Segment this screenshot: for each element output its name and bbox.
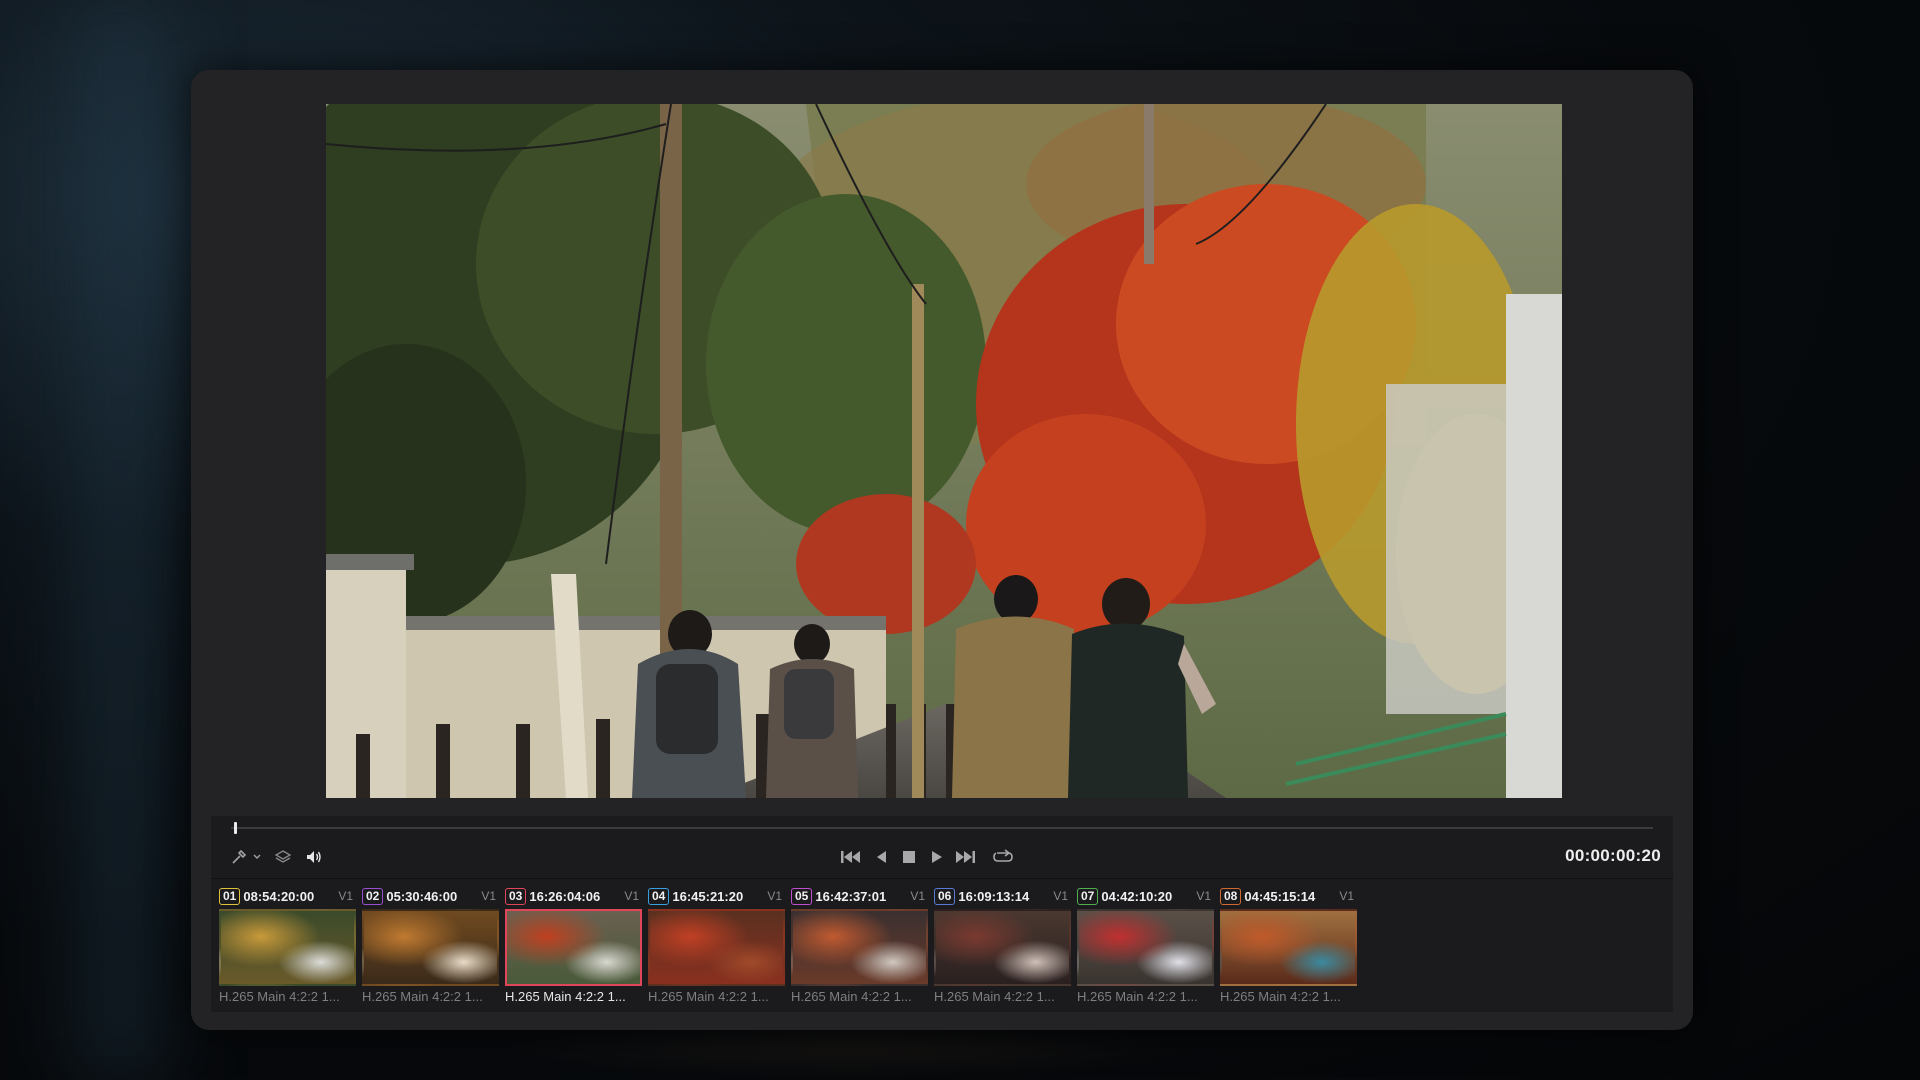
clip-thumbnail[interactable] (505, 909, 642, 986)
skip-to-start-icon[interactable] (839, 848, 863, 866)
clip-thumbnail[interactable] (1220, 909, 1357, 986)
clip-track-label: V1 (767, 889, 782, 903)
clip-item[interactable]: 03 16:26:04:06 V1 H.265 Main 4:2:2 1... (501, 885, 643, 1005)
stop-icon[interactable] (901, 848, 917, 866)
clip-number-badge: 02 (362, 887, 384, 905)
clip-timecode: 04:45:15:14 (1244, 888, 1316, 904)
clip-number-badge: 05 (791, 887, 813, 905)
app-window: 00:00:00:20 01 08:54:20:00 V1 H.265 Main 4:… (191, 70, 1693, 1030)
clip-header: 02 05:30:46:00 V1 (362, 887, 500, 905)
step-back-icon[interactable] (873, 848, 889, 866)
skip-to-end-icon[interactable] (953, 848, 977, 866)
clip-codec-label: H.265 Main 4:2:2 1... (791, 989, 912, 1004)
speaker-icon[interactable] (303, 848, 325, 866)
clip-header: 01 08:54:20:00 V1 (219, 887, 357, 905)
clip-number-badge: 03 (505, 887, 527, 905)
clip-track-label: V1 (481, 889, 496, 903)
clip-item[interactable]: 06 16:09:13:14 V1 H.265 Main 4:2:2 1... (930, 885, 1070, 1005)
clip-codec-label: H.265 Main 4:2:2 1... (1220, 989, 1341, 1004)
clip-header: 07 04:42:10:20 V1 (1077, 887, 1215, 905)
play-icon[interactable] (929, 848, 945, 866)
clip-number-badge: 07 (1077, 887, 1099, 905)
clip-codec-label: H.265 Main 4:2:2 1... (934, 989, 1055, 1004)
background-glow (40, 0, 200, 1080)
video-viewer[interactable] (326, 104, 1562, 798)
clip-item[interactable]: 08 04:45:15:14 V1 H.265 Main 4:2:2 1... (1216, 885, 1356, 1005)
loop-icon[interactable] (991, 848, 1015, 866)
clip-item[interactable]: 04 16:45:21:20 V1 H.265 Main 4:2:2 1... (644, 885, 784, 1005)
transport-toolbar: 00:00:00:20 (211, 838, 1673, 876)
timecode-display: 00:00:00:20 (1565, 846, 1661, 865)
layers-icon[interactable] (273, 848, 293, 866)
clip-codec-label: H.265 Main 4:2:2 1... (362, 989, 483, 1004)
clip-codec-label: H.265 Main 4:2:2 1... (505, 989, 626, 1004)
clip-strip: 01 08:54:20:00 V1 H.265 Main 4:2:2 1... 02 05… (211, 878, 1673, 1006)
clip-item[interactable]: 02 05:30:46:00 V1 H.265 Main 4:2:2 1... (358, 885, 498, 1005)
clip-track-label: V1 (1196, 889, 1211, 903)
clip-number-badge: 06 (934, 887, 956, 905)
clip-thumbnail[interactable] (648, 909, 785, 986)
clip-track-label: V1 (338, 889, 353, 903)
clip-item[interactable]: 01 08:54:20:00 V1 H.265 Main 4:2:2 1... (215, 885, 355, 1005)
chevron-down-icon[interactable] (251, 848, 263, 866)
clip-timecode: 16:09:13:14 (958, 888, 1030, 904)
clip-header: 05 16:42:37:01 V1 (791, 887, 929, 905)
clip-track-label: V1 (910, 889, 925, 903)
clip-thumbnail[interactable] (362, 909, 499, 986)
viewer-frame (326, 104, 1562, 798)
clip-header: 08 04:45:15:14 V1 (1220, 887, 1358, 905)
clip-timecode: 05:30:46:00 (386, 888, 458, 904)
clip-timecode: 08:54:20:00 (243, 888, 315, 904)
clip-header: 04 16:45:21:20 V1 (648, 887, 786, 905)
clip-thumbnail[interactable] (1077, 909, 1214, 986)
clip-header: 06 16:09:13:14 V1 (934, 887, 1072, 905)
clip-timecode: 04:42:10:20 (1101, 888, 1173, 904)
clip-item[interactable]: 05 16:42:37:01 V1 H.265 Main 4:2:2 1... (787, 885, 927, 1005)
scrub-bar[interactable] (231, 827, 1653, 829)
clip-timecode: 16:42:37:01 (815, 888, 887, 904)
playhead-marker[interactable] (233, 822, 237, 834)
clip-header: 03 16:26:04:06 V1 (505, 887, 643, 905)
clip-thumbnail[interactable] (219, 909, 356, 986)
clip-thumbnail[interactable] (791, 909, 928, 986)
clip-codec-label: H.265 Main 4:2:2 1... (648, 989, 769, 1004)
clip-timecode: 16:26:04:06 (529, 888, 601, 904)
clip-codec-label: H.265 Main 4:2:2 1... (1077, 989, 1198, 1004)
clip-track-label: V1 (624, 889, 639, 903)
clip-thumbnail[interactable] (934, 909, 1071, 986)
clip-track-label: V1 (1339, 889, 1354, 903)
clip-track-label: V1 (1053, 889, 1068, 903)
clip-number-badge: 01 (219, 887, 241, 905)
clip-number-badge: 04 (648, 887, 670, 905)
clip-number-badge: 08 (1220, 887, 1242, 905)
clip-item[interactable]: 07 04:42:10:20 V1 H.265 Main 4:2:2 1... (1073, 885, 1213, 1005)
clip-codec-label: H.265 Main 4:2:2 1... (219, 989, 340, 1004)
eyedropper-icon[interactable] (229, 848, 249, 866)
playback-panel: 00:00:00:20 01 08:54:20:00 V1 H.265 Main 4:… (211, 816, 1673, 1012)
clip-timecode: 16:45:21:20 (672, 888, 744, 904)
